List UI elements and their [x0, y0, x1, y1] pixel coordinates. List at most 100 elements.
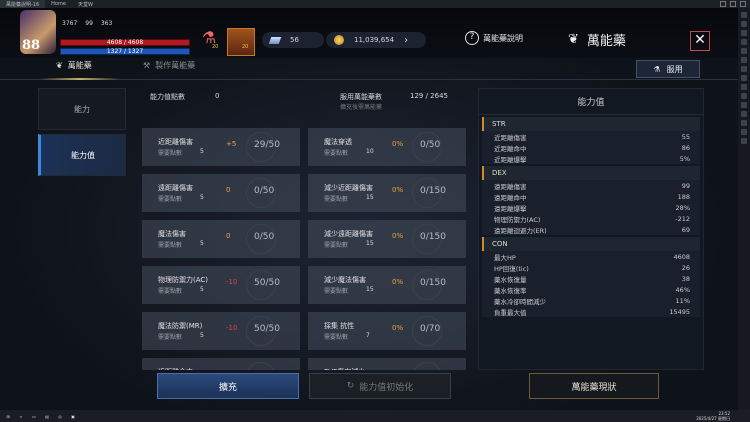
close-window-icon[interactable] — [740, 1, 746, 7]
close-button[interactable]: ✕ — [690, 31, 710, 51]
ability-grid: 近距離傷害 需要點數 5 +5 29/50 魔法穿透 需要點數 10 0% 0/50 遠距離傷害 需要… — [142, 128, 468, 370]
help-label: 萬能藥說明 — [483, 33, 523, 43]
stat-name: 藥水恢復量 — [494, 275, 527, 284]
ability-panel: 能力值點數 0 服用萬能藥數 129 / 2645 擴充後需萬能藥 近距離傷害需… — [140, 88, 468, 370]
minimize-icon[interactable] — [720, 1, 726, 7]
toolbar-icon-14[interactable] — [741, 129, 747, 135]
ability-cell[interactable]: 減少近距離傷害 需要點數 15 0% 0/150 — [308, 174, 466, 212]
craft-icon: ⚒ — [143, 61, 151, 70]
ability-cell[interactable]: 減少遠距離傷害 需要點數 15 0% 0/150 — [308, 220, 466, 258]
scroll-icon[interactable] — [227, 28, 255, 56]
page-title: ❦ 萬能藥 — [568, 30, 626, 49]
chevron-right-icon[interactable]: › — [404, 35, 408, 46]
sidebar-item-label: 能力值 — [71, 150, 95, 160]
start-icon[interactable]: ⊞ — [3, 412, 13, 420]
stat-section-header: DEX — [482, 166, 700, 180]
stat-row: 藥水恢復率 46% — [482, 284, 700, 295]
hp-bar: 4608 / 4608 — [60, 39, 190, 46]
expand-label: 擴充 — [218, 382, 237, 393]
stat-value: 26 — [681, 263, 690, 272]
stat-value: 188 — [677, 192, 690, 201]
ability-cell[interactable]: 近距離傷害 需要點數 5 +5 29/50 — [142, 128, 300, 166]
taskbar-clock[interactable]: 23:52 2025/4/27 星期日 — [696, 411, 750, 421]
elixir-status-button[interactable]: 萬能藥現狀 — [529, 373, 659, 399]
emulator-icon[interactable]: ▣ — [68, 412, 78, 420]
ability-req-value: 5 — [200, 286, 204, 293]
stat-name: HP回復(tic) — [494, 264, 529, 273]
stat-row: 遠距離迴避力(ER) 69 — [482, 224, 700, 235]
ability-cell[interactable]: 魔法傷害 需要點數 5 0 0/50 — [142, 220, 300, 258]
taskview-icon[interactable]: ▭ — [29, 412, 39, 420]
toolbar-icon-12[interactable] — [741, 111, 747, 117]
toolbar-icon-10[interactable] — [741, 93, 747, 99]
ability-req-value: 15 — [366, 240, 374, 247]
window-tab-game[interactable]: 天堂W — [72, 0, 99, 8]
tab-craft-label: 製作萬能藥 — [155, 61, 196, 70]
help-button[interactable]: ? 萬能藥說明 — [465, 31, 523, 45]
stat-name: 遠距離命中 — [494, 193, 527, 202]
stat-name: 遠距離爆擊 — [494, 204, 527, 213]
ability-req-value: 5 — [200, 332, 204, 339]
toolbar-icon-9[interactable] — [741, 84, 747, 90]
mp-bar: 1327 / 1327 — [60, 48, 190, 55]
ability-bonus: 0% — [392, 140, 404, 148]
stat-name: 遠距離傷害 — [494, 182, 527, 191]
toolbar-icon-11[interactable] — [741, 102, 747, 108]
maximize-icon[interactable] — [730, 1, 736, 7]
toolbar-icon-5[interactable] — [741, 48, 747, 54]
tab-craft-elixir[interactable]: ⚒ 製作萬能藥 — [143, 60, 195, 71]
toolbar-icon-6[interactable] — [741, 57, 747, 63]
ability-cell[interactable]: 遠距離傷害 需要點數 5 0 0/50 — [142, 174, 300, 212]
potion-icon[interactable]: ⚗ — [196, 28, 222, 54]
toolbar-icon-3[interactable] — [741, 30, 747, 36]
toolbar-icon-1[interactable] — [741, 12, 747, 18]
gold-counter[interactable]: 11,039,654 › — [326, 32, 426, 48]
taskbar: ⊞ ⌕ ▭ ▤ ◎ ▣ 23:52 2025/4/27 星期日 — [0, 410, 750, 422]
stat-name: 近距離傷害 — [494, 133, 527, 142]
expand-button[interactable]: 擴充 — [157, 373, 299, 399]
explorer-icon[interactable]: ▤ — [42, 412, 52, 420]
window-tab-home[interactable]: Home — [45, 0, 72, 8]
ability-cell[interactable]: 減少魔法傷害 需要點數 15 0% 0/150 — [308, 266, 466, 304]
stat-panel: 能力值 STR 近距離傷害 55 近距離命中 86 近距離爆擊 5% DEX 遠距離傷害 99 遠距… — [478, 88, 704, 370]
toolbar-icon-8[interactable] — [741, 75, 747, 81]
ability-bonus: -10 — [226, 278, 238, 286]
reset-stats-button[interactable]: ↻ 能力值初始化 — [309, 373, 451, 399]
ability-fill: 29/50 — [254, 140, 280, 150]
stat-section-header: CON — [482, 237, 700, 251]
browser-icon[interactable]: ◎ — [55, 412, 65, 420]
stat-section: CON 最大HP 4608 HP回復(tic) 26 藥水恢復量 38 藥水恢復率 46% 藥水冷… — [482, 237, 700, 317]
sidebar-item-stats[interactable]: 能力值 — [38, 134, 126, 176]
toolbar-icon-15[interactable] — [741, 138, 747, 144]
toolbar-icon-13[interactable] — [741, 120, 747, 126]
toolbar-icon-4[interactable] — [741, 39, 747, 45]
sidebar-item-ability[interactable]: 能力 — [38, 88, 126, 130]
taken-label: 服用萬能藥數 — [340, 93, 382, 101]
window-tab-app[interactable]: 萬能藥說明-16 — [0, 0, 46, 8]
ability-req-value: 5 — [200, 148, 204, 155]
ability-cell[interactable]: 採集 抗性 需要點數 7 0% 0/70 — [308, 312, 466, 350]
search-icon[interactable]: ⌕ — [16, 412, 26, 420]
stat-row: HP回復(tic) 26 — [482, 262, 700, 273]
ability-req-value: 5 — [200, 194, 204, 201]
ability-bonus: +5 — [226, 140, 237, 148]
ability-cell[interactable]: 魔法穿透 需要點數 10 0% 0/50 — [308, 128, 466, 166]
ability-req-value: 5 — [200, 240, 204, 247]
ability-req-value: 15 — [366, 286, 374, 293]
ability-req-value: 7 — [366, 332, 370, 339]
ability-name: 減少近距離傷害 — [324, 184, 373, 192]
ability-bonus: 0% — [392, 324, 404, 332]
window-controls — [720, 1, 750, 7]
flask-icon: ⚗ — [653, 64, 661, 74]
tab-elixir[interactable]: ❦ 萬能藥 — [56, 60, 92, 71]
ability-req-label: 需要點數 — [324, 242, 349, 249]
ability-cell[interactable]: 物理防禦力(AC) 需要點數 5 -10 50/50 — [142, 266, 300, 304]
toolbar-icon-7[interactable] — [741, 66, 747, 72]
toolbar-icon-2[interactable] — [741, 21, 747, 27]
ability-req-label: 需要點數 — [158, 196, 183, 203]
stat-name: 藥水冷卻時間減少 — [494, 297, 546, 306]
ability-fill: 0/150 — [420, 186, 446, 196]
use-button[interactable]: ⚗ 服用 — [636, 60, 700, 78]
ability-cell[interactable]: 魔法防禦(MR) 需要點數 5 -10 50/50 — [142, 312, 300, 350]
stat-value: 38 — [681, 274, 690, 283]
